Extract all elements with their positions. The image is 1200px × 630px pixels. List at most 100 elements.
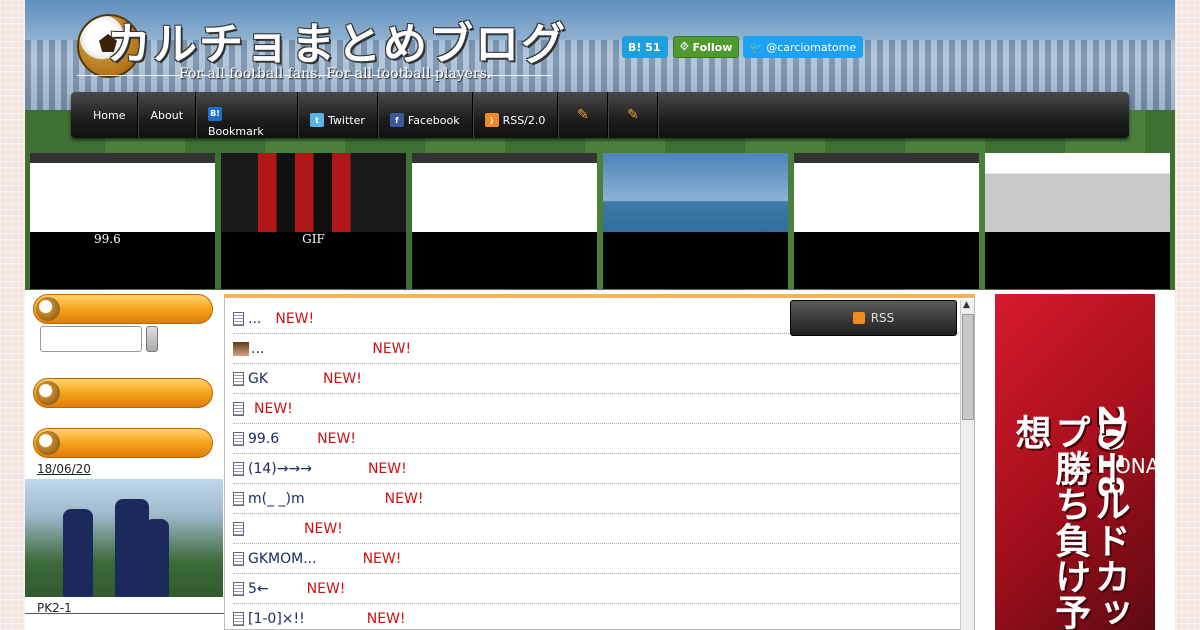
list-item[interactable]: GK NEW!: [233, 364, 959, 394]
nav-facebook[interactable]: f Facebook: [378, 92, 473, 138]
list-item[interactable]: NEW!: [233, 514, 959, 544]
nav-about[interactable]: About: [138, 92, 197, 138]
banner-shirt-name: ONAL: [1115, 454, 1155, 478]
widget-header-search: [33, 294, 213, 324]
twitter-bird-icon: 🐦: [749, 40, 767, 54]
divider: [25, 613, 225, 614]
search-input[interactable]: [40, 326, 142, 352]
document-icon: [233, 521, 244, 536]
new-badge: NEW!: [372, 340, 412, 357]
article-title[interactable]: m(_ _)m: [248, 491, 305, 507]
list-item[interactable]: ... NEW!: [233, 334, 959, 364]
thumb-image: [985, 153, 1170, 232]
article-title[interactable]: GK: [248, 371, 268, 387]
nav-bookmark[interactable]: B! Bookmark: [196, 92, 299, 138]
soccer-ball-icon: [36, 431, 60, 455]
nav-about-label: About: [150, 108, 184, 122]
scrollbar[interactable]: ▲: [960, 300, 974, 630]
new-badge: NEW!: [323, 370, 362, 387]
list-item[interactable]: [1-0]×!! NEW!: [233, 604, 959, 630]
new-badge: NEW!: [317, 430, 356, 447]
rss-icon: ): [484, 113, 499, 127]
main-nav: Home About B! Bookmark t Twitter f Faceb…: [71, 92, 1129, 138]
rss-button[interactable]: RSS: [790, 300, 957, 336]
soccer-ball-icon: [36, 381, 60, 405]
list-item[interactable]: NEW!: [233, 394, 959, 424]
page: カルチョまとめブログ For all football fans. For al…: [25, 0, 1175, 630]
article-title[interactable]: ...: [248, 311, 261, 327]
world-cup-banner-ad[interactable]: 2018 ワールドカップ勝ち負け予想 ONAL: [995, 294, 1155, 630]
thumb-image: [30, 153, 215, 232]
list-item[interactable]: m(_ _)m NEW!: [233, 484, 959, 514]
face-thumbnail-icon: [233, 341, 249, 356]
twitter-follow-button[interactable]: 🐦 @carciomatome: [743, 36, 863, 58]
nav-twitter[interactable]: t Twitter: [298, 92, 378, 138]
document-icon: [233, 611, 244, 626]
player-figure: [145, 519, 169, 597]
new-badge: NEW!: [384, 490, 424, 507]
thumb-caption: GIF: [302, 232, 325, 246]
twitter-handle: @carciomatome: [766, 40, 857, 54]
new-badge: NEW!: [254, 400, 293, 417]
document-icon: [233, 491, 244, 506]
pencil-icon: ✎: [577, 107, 589, 123]
featured-thumb[interactable]: [412, 153, 597, 289]
document-icon: [233, 461, 244, 476]
featured-thumb[interactable]: [794, 153, 979, 289]
feedly-icon: ⟐: [680, 40, 693, 53]
thumb-caption: 99.6: [94, 232, 121, 246]
nav-facebook-label: Facebook: [407, 113, 460, 127]
list-item[interactable]: (14)→→→ NEW!: [233, 454, 959, 484]
article-title[interactable]: GKMOM...: [248, 551, 317, 567]
list-item[interactable]: 99.6 NEW!: [233, 424, 959, 454]
document-icon: [233, 371, 244, 386]
article-title[interactable]: 99.6: [248, 431, 279, 447]
list-item[interactable]: 5← NEW!: [233, 574, 959, 604]
nav-rss-label: RSS/2.0: [502, 113, 546, 127]
rss-icon: [852, 312, 865, 324]
nav-twitter-label: Twitter: [328, 113, 365, 127]
featured-thumb[interactable]: [985, 153, 1170, 289]
thumb-image: [603, 153, 788, 232]
banner-headline: ワールドカップ勝ち負け予想: [1009, 414, 1130, 630]
new-badge: NEW!: [366, 610, 406, 627]
feedly-follow-button[interactable]: ⟐ Follow: [673, 36, 739, 58]
hatena-bookmark-icon: B!: [208, 106, 223, 121]
list-item[interactable]: GKMOM... NEW!: [233, 544, 959, 574]
player-figure: [63, 509, 93, 597]
nav-bookmark-label: Bookmark: [208, 124, 264, 138]
nav-rss[interactable]: ) RSS/2.0: [473, 92, 559, 138]
player-figure: [115, 499, 149, 597]
soccer-ball-icon: [36, 297, 60, 321]
document-icon: [233, 311, 244, 326]
rss-button-label: RSS: [870, 311, 895, 325]
document-icon: [233, 431, 244, 446]
header: カルチョまとめブログ For all football fans. For al…: [25, 0, 1175, 290]
article-title[interactable]: (14)→→→: [248, 461, 312, 477]
new-badge: NEW!: [275, 310, 315, 327]
follow-label: Follow: [692, 40, 733, 54]
nav-pencil-1[interactable]: ✎: [558, 92, 609, 138]
featured-thumb[interactable]: GIF: [221, 153, 406, 289]
featured-thumb[interactable]: 99.6: [30, 153, 215, 289]
site-title[interactable]: カルチョまとめブログ: [107, 8, 567, 72]
news-photo[interactable]: [25, 479, 223, 597]
hatena-bookmark-button[interactable]: B! 51: [622, 36, 668, 58]
nav-home[interactable]: Home: [81, 92, 139, 138]
pencil-icon: ✎: [627, 107, 639, 123]
site-subtitle: For all football fans. For all football …: [179, 66, 492, 82]
scroll-up-arrow-icon[interactable]: ▲: [963, 300, 970, 310]
thumb-image: [794, 153, 979, 232]
document-icon: [233, 581, 244, 596]
article-title[interactable]: ...: [251, 341, 264, 357]
featured-thumb[interactable]: [603, 153, 788, 289]
search-button[interactable]: [146, 326, 158, 352]
nav-pencil-2[interactable]: ✎: [608, 92, 659, 138]
nav-home-label: Home: [93, 108, 126, 122]
article-title[interactable]: 5←: [248, 581, 269, 597]
post-date-link[interactable]: 18/06/20: [37, 462, 91, 476]
scroll-thumb[interactable]: [962, 314, 974, 420]
twitter-icon: t: [310, 113, 325, 127]
article-title[interactable]: [1-0]×!!: [248, 611, 305, 627]
new-badge: NEW!: [304, 520, 343, 537]
